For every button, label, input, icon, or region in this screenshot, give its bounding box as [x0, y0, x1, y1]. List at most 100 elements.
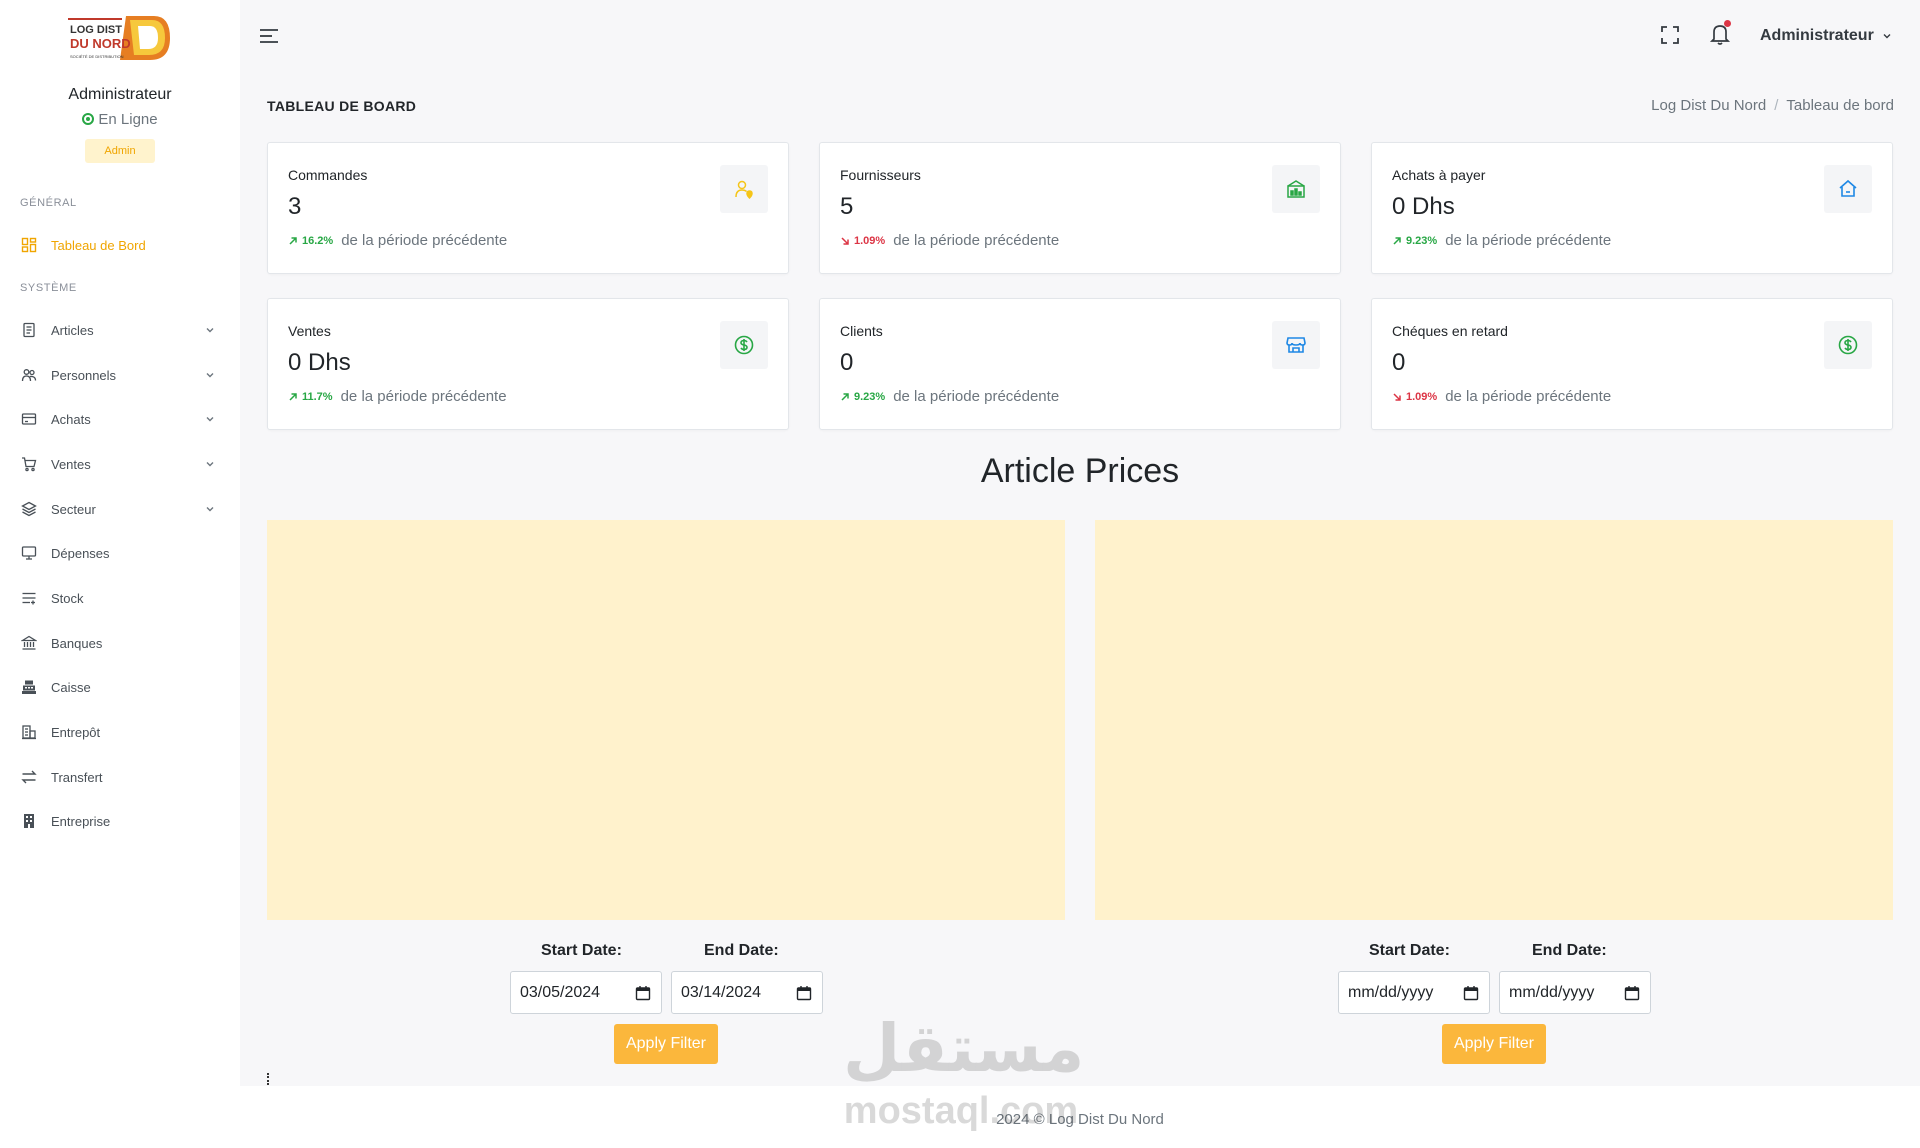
trend-label: de la période précédente	[341, 232, 508, 249]
sidebar-item-label: Personnels	[51, 367, 117, 383]
user-menu-label: Administrateur	[1760, 27, 1874, 44]
card-title: Ventes	[288, 323, 331, 339]
sidebar-item-articles[interactable]: Articles	[20, 315, 220, 345]
sidebar-item-secteur[interactable]: Secteur	[20, 494, 220, 524]
fullscreen-icon[interactable]	[1660, 25, 1680, 45]
building-chart-icon	[1272, 165, 1320, 213]
footer-text: 2024 © Log Dist Du Nord	[996, 1111, 1164, 1128]
sidebar-item-label: Banques	[51, 635, 103, 651]
sidebar: LOG DIST DU NORD SOCIÉTÉ DE DISTRIBUTION…	[0, 0, 240, 1148]
arrow-down-right-icon	[841, 236, 849, 245]
start-date-input[interactable]: mm/dd/yyyy	[1338, 971, 1490, 1014]
building-icon	[20, 812, 38, 830]
chevron-down-icon	[206, 417, 214, 422]
start-date-label: Start Date:	[1369, 942, 1450, 959]
menu-toggle-icon[interactable]	[258, 25, 280, 47]
users-icon	[20, 366, 38, 384]
watermark-arabic: مستقل	[843, 1010, 1085, 1087]
sidebar-item-label: Stock	[51, 590, 84, 606]
chevron-down-icon	[1883, 34, 1891, 39]
start-date-label: Start Date:	[541, 942, 622, 959]
transfer-icon	[20, 768, 38, 786]
trend-percentage: 16.2%	[288, 235, 333, 247]
role-badge: Admin	[85, 139, 155, 163]
card-icon	[20, 410, 38, 428]
card-trend: 1.09% de la période précédente	[840, 232, 1059, 249]
sidebar-item-stock[interactable]: Stock	[20, 583, 220, 613]
trend-label: de la période précédente	[340, 388, 507, 405]
dollar-circle-icon	[720, 321, 768, 369]
menu-section-system: SYSTÈME	[20, 282, 77, 294]
sidebar-item-label: Entreprise	[51, 813, 111, 829]
arrow-up-right-icon	[841, 392, 849, 401]
store-icon	[1272, 321, 1320, 369]
start-date-input[interactable]: 03/05/2024	[510, 971, 662, 1014]
arrow-up-right-icon	[289, 236, 297, 245]
card-value: 0 Dhs	[288, 349, 351, 376]
card-title: Fournisseurs	[840, 167, 921, 183]
chevron-down-icon	[206, 328, 214, 333]
trend-label: de la période précédente	[1445, 388, 1612, 405]
sliders-icon	[20, 589, 38, 607]
sidebar-item-banques[interactable]: Banques	[20, 628, 220, 658]
company-logo[interactable]: LOG DIST DU NORD SOCIÉTÉ DE DISTRIBUTION	[68, 14, 172, 70]
calendar-icon[interactable]	[1624, 985, 1640, 1001]
sidebar-item-ventes[interactable]: Ventes	[20, 449, 220, 479]
sidebar-item-transfert[interactable]: Transfert	[20, 762, 220, 792]
chevron-down-icon	[206, 373, 214, 378]
sidebar-item-caisse[interactable]: Caisse	[20, 672, 220, 702]
sidebar-item-depenses[interactable]: Dépenses	[20, 538, 220, 568]
warehouse-icon	[20, 723, 38, 741]
end-date-input[interactable]: 03/14/2024	[671, 971, 823, 1014]
trend-percentage: 1.09%	[1392, 391, 1437, 403]
start-date-value: mm/dd/yyyy	[1348, 983, 1434, 1001]
card-trend: 11.7% de la période précédente	[288, 388, 507, 405]
sidebar-item-label: Caisse	[51, 679, 91, 695]
card-trend: 9.23% de la période précédente	[1392, 232, 1611, 249]
end-date-input[interactable]: mm/dd/yyyy	[1499, 971, 1651, 1014]
start-date-value: 03/05/2024	[520, 983, 601, 1001]
arrow-up-right-icon	[1393, 236, 1401, 245]
chevron-down-icon	[206, 462, 214, 467]
apply-filter-button[interactable]: Apply Filter	[1442, 1024, 1546, 1064]
card-value: 5	[840, 193, 854, 220]
calendar-icon[interactable]	[635, 985, 651, 1001]
user-menu-dropdown[interactable]: Administrateur	[1760, 25, 1892, 47]
calendar-icon[interactable]	[796, 985, 812, 1001]
sidebar-item-entrepot[interactable]: Entrepôt	[20, 717, 220, 747]
apply-filter-button[interactable]: Apply Filter	[614, 1024, 718, 1064]
user-name: Administrateur	[68, 86, 172, 103]
calendar-icon[interactable]	[1463, 985, 1479, 1001]
card-value: 0 Dhs	[1392, 193, 1455, 220]
trend-percentage: 11.7%	[288, 391, 333, 403]
sidebar-item-entreprise[interactable]: Entreprise	[20, 806, 220, 836]
trend-percentage: 9.23%	[1392, 235, 1437, 247]
sidebar-item-label: Tableau de Bord	[51, 237, 146, 253]
end-date-label: End Date:	[1532, 942, 1607, 959]
breadcrumb-current: Tableau de bord	[1786, 97, 1894, 114]
layers-icon	[20, 500, 38, 518]
logo-line2: DU NORD	[70, 36, 131, 51]
breadcrumb-home[interactable]: Log Dist Du Nord	[1651, 97, 1766, 114]
chevron-down-icon	[206, 507, 214, 512]
bank-icon	[20, 634, 38, 652]
card-trend: 1.09% de la période précédente	[1392, 388, 1611, 405]
card-value: 0	[1392, 349, 1406, 376]
stat-card-commandes: Commandes 3 16.2% de la période précéden…	[267, 142, 789, 274]
sidebar-item-achats[interactable]: Achats	[20, 404, 220, 434]
sidebar-item-personnels[interactable]: Personnels	[20, 360, 220, 390]
trend-label: de la période précédente	[1445, 232, 1612, 249]
user-pin-icon	[720, 165, 768, 213]
logo-line1: LOG DIST	[70, 24, 122, 36]
trend-percentage: 1.09%	[840, 235, 885, 247]
user-status: En Ligne	[0, 111, 240, 128]
card-value: 3	[288, 193, 302, 220]
menu-section-general: GÉNÉRAL	[20, 197, 77, 209]
chart-area-left	[267, 520, 1065, 920]
sidebar-item-label: Secteur	[51, 501, 96, 517]
sidebar-item-tableau-de-bord[interactable]: Tableau de Bord	[20, 230, 220, 260]
stat-card-fournisseurs: Fournisseurs 5 1.09% de la période précé…	[819, 142, 1341, 274]
stat-card-ventes: Ventes 0 Dhs 11.7% de la période précéde…	[267, 298, 789, 430]
sidebar-item-label: Dépenses	[51, 545, 110, 561]
user-status-label: En Ligne	[98, 111, 158, 128]
